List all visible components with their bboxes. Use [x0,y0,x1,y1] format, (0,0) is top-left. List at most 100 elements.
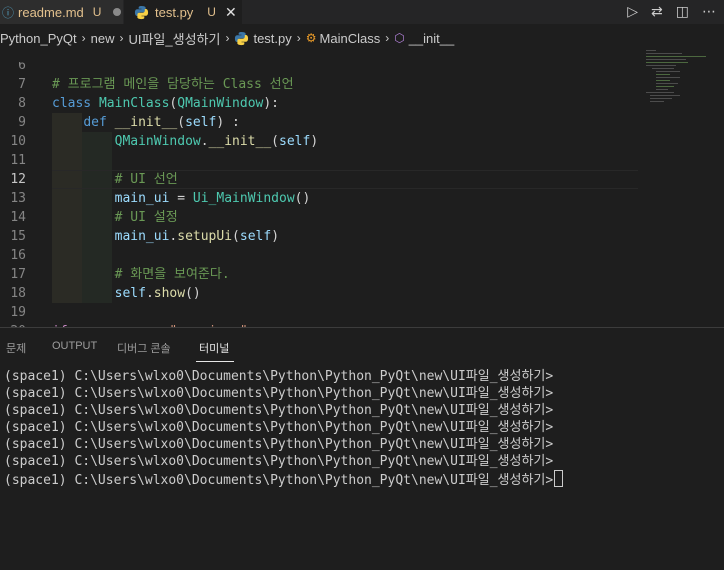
class-symbol-icon: ⚙ [305,31,317,45]
tab-terminal[interactable]: 터미널 [199,340,229,356]
line-number: 8 [18,96,26,111]
tab-label: readme.md [18,4,84,20]
code-line[interactable]: 10 QMainWindow.__init__(self) [0,132,640,151]
editor-tab-bar: ⓘ readme.md U test.py U ✕ ▷ ⇄ ◫ ⋯ [0,0,724,24]
chevron-right-icon: › [385,31,390,45]
tab-debug-console[interactable]: 디버그 콘솔 [117,340,171,356]
indent-guide [82,246,112,265]
line-number: 11 [10,153,26,168]
code-token: QMainWindow [177,96,264,111]
terminal-line: (space1) C:\Users\wlxo0\Documents\Python… [4,386,554,401]
line-number: 7 [18,77,26,92]
code-token: . [200,134,209,149]
minimap[interactable] [638,48,724,327]
code-line[interactable]: 16 [0,246,640,265]
untracked-badge: U [207,5,216,19]
code-line[interactable]: 17 # 화면을 보여준다. [0,265,640,284]
tab-output[interactable]: OUTPUT [52,340,97,352]
markdown-icon: ⓘ [2,5,15,20]
code-token: ) [310,134,319,149]
python-icon [235,31,249,45]
bottom-panel: 문제 OUTPUT 디버그 콘솔 터미널 (space1) C:\Users\w… [0,327,724,570]
code-token: # UI 선언 [114,172,178,187]
breadcrumb-item[interactable]: __init__ [409,31,455,46]
code-editor[interactable]: 6 7 # 프로그램 메인을 담당하는 Class 선언 8 class MainCla… [0,62,724,327]
code-text: # 화면을 보여준다. [52,265,230,284]
split-editor-icon[interactable]: ◫ [676,4,689,20]
line-number: 10 [10,134,26,149]
code-text: main_ui = Ui_MainWindow() [52,189,311,208]
breadcrumb-item[interactable]: test.py [253,31,291,46]
line-number: 16 [10,248,26,263]
unsaved-dot-icon[interactable] [113,8,122,16]
indent-guide [52,151,82,170]
code-token: show [153,286,186,301]
active-tab-indicator [196,361,234,362]
code-token: self [114,286,146,301]
code-text: main_ui.setupUi(self) [52,227,279,246]
chevron-right-icon: › [81,31,86,45]
editor-actions: ▷ ⇄ ◫ ⋯ [614,0,724,24]
chevron-right-icon: › [296,31,301,45]
code-token: main_ui [114,229,170,244]
breadcrumb-item[interactable]: UI파일_생성하기 [128,29,220,48]
code-token: QMainWindow [114,134,201,149]
terminal-line: (space1) C:\Users\wlxo0\Documents\Python… [4,369,554,384]
more-actions-icon[interactable]: ⋯ [702,4,716,20]
breadcrumb-item[interactable]: MainClass [320,31,381,46]
code-line[interactable]: 9 def __init__(self) : [0,113,640,132]
terminal-line: (space1) C:\Users\wlxo0\Documents\Python… [4,437,554,452]
code-token: self [185,115,217,130]
method-symbol-icon: ⬡ [394,31,405,45]
terminal-line: (space1) C:\Users\wlxo0\Documents\Python… [4,420,554,435]
breadcrumb-item[interactable]: new [91,31,115,46]
line-number: 19 [10,305,26,320]
code-token: # UI 설정 [114,210,178,225]
code-text: # UI 선언 [52,170,178,189]
run-icon[interactable]: ▷ [627,4,638,20]
tab-readme[interactable]: ⓘ readme.md U [0,0,123,24]
code-line[interactable]: 15 main_ui.setupUi(self) [0,227,640,246]
code-token: main_ui [114,191,170,206]
code-token: ( [232,229,240,244]
indent-guide [52,246,82,265]
code-line[interactable]: 18 self.show() [0,284,640,303]
line-number: 17 [10,267,26,282]
line-number: 18 [10,286,26,301]
close-icon[interactable]: ✕ [225,4,237,21]
code-token: () [185,286,201,301]
code-line[interactable]: 8 class MainClass(QMainWindow): [0,94,640,113]
diff-icon[interactable]: ⇄ [651,4,663,20]
breadcrumb: Python_PyQt › new › UI파일_생성하기 › test.py … [0,28,454,48]
code-line[interactable]: 12 # UI 선언 [0,170,640,189]
code-text: self.show() [52,284,201,303]
tab-problems[interactable]: 문제 [6,340,26,356]
code-line[interactable]: 7 # 프로그램 메인을 담당하는 Class 선언 [0,75,640,94]
code-token: ): [263,96,279,111]
code-line[interactable]: 11 [0,151,640,170]
untracked-badge: U [92,5,102,19]
code-token: ( [177,115,186,130]
code-line[interactable]: 6 [0,62,640,75]
chevron-right-icon: › [225,31,230,45]
code-line[interactable]: 13 main_ui = Ui_MainWindow() [0,189,640,208]
code-token: # 프로그램 메인을 담당하는 Class 선언 [52,77,294,92]
line-number: 12 [10,172,26,187]
code-token: class [52,96,99,111]
code-line[interactable]: 19 [0,303,640,322]
code-token: ( [271,134,279,149]
terminal-output[interactable]: (space1) C:\Users\wlxo0\Documents\Python… [4,368,564,489]
code-token: ) [271,229,280,244]
code-line[interactable]: 14 # UI 설정 [0,208,640,227]
code-token: self [239,229,272,244]
breadcrumb-item[interactable]: Python_PyQt [0,31,77,46]
code-token: # 화면을 보여준다. [114,267,230,282]
tab-test-py[interactable]: test.py U ✕ [124,0,242,24]
